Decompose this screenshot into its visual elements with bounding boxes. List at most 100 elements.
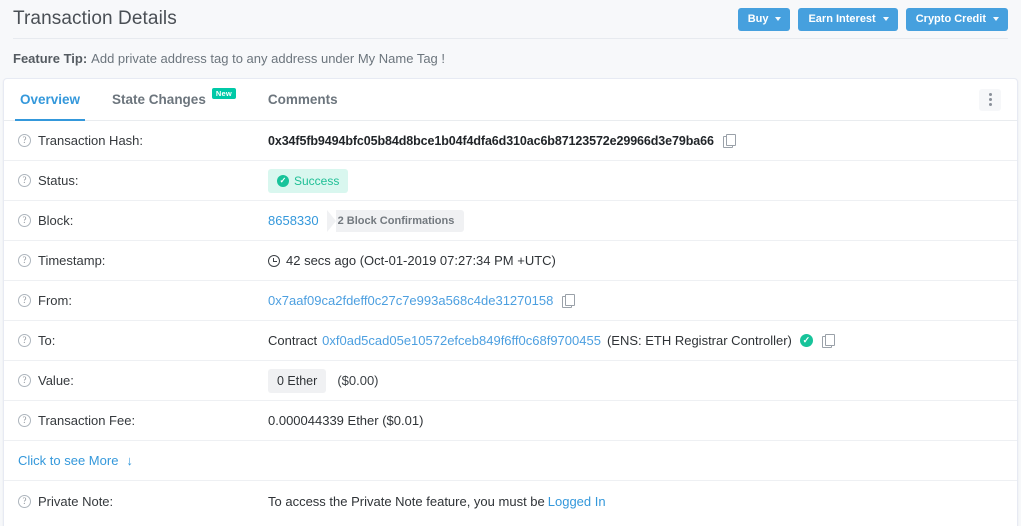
- help-icon[interactable]: ?: [18, 374, 31, 387]
- new-badge: New: [211, 88, 236, 99]
- row-value-value: 0 Ether ($0.00): [268, 368, 379, 393]
- logged-in-link[interactable]: Logged In: [548, 494, 606, 509]
- kebab-menu-icon[interactable]: [979, 88, 1001, 111]
- page-title: Transaction Details: [13, 8, 177, 29]
- arrow-down-icon: ↓: [126, 453, 133, 468]
- tab-state-changes-label: State Changes: [112, 92, 206, 107]
- transaction-card: Overview State Changes New Comments ? Tr…: [3, 78, 1018, 526]
- status-badge: ✓ Success: [268, 168, 349, 193]
- page-header: Transaction Details Buy Earn Interest Cr…: [0, 0, 1021, 38]
- detail-rows: ? Transaction Hash: 0x34f5fb9494bfc05b84…: [4, 121, 1017, 521]
- to-address-link[interactable]: 0xf0ad5cad05e10572efceb849f6ff0c68f97004…: [322, 333, 601, 348]
- value-usd-text: ($0.00): [337, 373, 379, 388]
- row-label-to: ? To:: [18, 333, 268, 348]
- earn-interest-button-label: Earn Interest: [808, 12, 876, 25]
- row-private-note: ? Private Note: To access the Private No…: [4, 481, 1017, 521]
- row-value-to: Contract 0xf0ad5cad05e10572efceb849f6ff0…: [268, 333, 835, 348]
- tab-overview-label: Overview: [20, 92, 81, 107]
- row-block: ? Block: 8658330 2 Block Confirmations: [4, 201, 1017, 241]
- ens-name-text: (ENS: ETH Registrar Controller): [606, 333, 792, 348]
- help-icon[interactable]: ?: [18, 254, 31, 267]
- arrow-notch-icon: [326, 209, 336, 232]
- row-status: ? Status: ✓ Success: [4, 161, 1017, 201]
- buy-button-label: Buy: [747, 12, 769, 25]
- check-circle-icon: ✓: [277, 174, 289, 187]
- row-click-to-see-more: Click to see More ↓: [4, 441, 1017, 481]
- label-text: From:: [38, 293, 72, 308]
- block-number-link[interactable]: 8658330: [268, 213, 319, 228]
- transaction-hash-value: 0x34f5fb9494bfc05b84d8bce1b04f4dfa6d310a…: [268, 133, 714, 148]
- row-label-status: ? Status:: [18, 173, 268, 188]
- label-text: Transaction Hash:: [38, 133, 144, 148]
- row-value-timestamp: 42 secs ago (Oct-01-2019 07:27:34 PM +UT…: [268, 253, 556, 268]
- row-label-private-note: ? Private Note:: [18, 494, 268, 509]
- help-icon[interactable]: ?: [18, 214, 31, 227]
- from-address-link[interactable]: 0x7aaf09ca2fdeff0c27c7e993a568c4de312701…: [268, 293, 553, 308]
- copy-icon[interactable]: [722, 134, 736, 148]
- copy-icon[interactable]: [821, 334, 835, 348]
- dot: [988, 103, 992, 106]
- row-label-transaction-fee: ? Transaction Fee:: [18, 413, 268, 428]
- chevron-down-icon: [882, 17, 889, 21]
- feature-tip-banner: Feature Tip: Add private address tag to …: [0, 39, 1021, 77]
- row-label-transaction-hash: ? Transaction Hash:: [18, 133, 268, 148]
- row-label-timestamp: ? Timestamp:: [18, 253, 268, 268]
- buy-button[interactable]: Buy: [737, 7, 791, 31]
- row-transaction-hash: ? Transaction Hash: 0x34f5fb9494bfc05b84…: [4, 121, 1017, 161]
- row-timestamp: ? Timestamp: 42 secs ago (Oct-01-2019 07…: [4, 241, 1017, 281]
- feature-tip-text: Add private address tag to any address u…: [91, 50, 446, 66]
- chevron-down-icon: [993, 17, 999, 21]
- help-icon[interactable]: ?: [18, 334, 31, 347]
- status-text: Success: [294, 173, 340, 188]
- feature-tip-prefix: Feature Tip:: [13, 50, 88, 66]
- header-action-buttons: Buy Earn Interest Crypto Credit: [737, 7, 1008, 31]
- label-text: Private Note:: [38, 493, 114, 509]
- label-text: Status:: [38, 173, 79, 188]
- row-value-private-note: To access the Private Note feature, you …: [268, 494, 606, 509]
- label-text: Block:: [38, 213, 74, 228]
- row-value-transaction-hash: 0x34f5fb9494bfc05b84d8bce1b04f4dfa6d310a…: [268, 133, 736, 148]
- contract-prefix: Contract: [268, 333, 318, 348]
- block-confirmations-text: 2 Block Confirmations: [335, 209, 465, 232]
- help-icon[interactable]: ?: [18, 294, 31, 307]
- crypto-credit-button[interactable]: Crypto Credit: [905, 7, 1008, 31]
- click-to-see-more-link[interactable]: Click to see More ↓: [18, 453, 133, 468]
- dot: [988, 98, 992, 101]
- copy-icon[interactable]: [562, 294, 576, 308]
- row-label-value: ? Value:: [18, 373, 268, 388]
- row-value: ? Value: 0 Ether ($0.00): [4, 361, 1017, 401]
- click-to-see-more-label: Click to see More: [18, 453, 119, 468]
- tab-bar: Overview State Changes New Comments: [4, 79, 1017, 121]
- clock-icon: [268, 254, 280, 267]
- crypto-credit-button-label: Crypto Credit: [915, 12, 986, 25]
- help-icon[interactable]: ?: [18, 174, 31, 187]
- row-to: ? To: Contract 0xf0ad5cad05e10572efceb84…: [4, 321, 1017, 361]
- private-note-text: To access the Private Note feature, you …: [268, 493, 545, 509]
- chevron-down-icon: [775, 17, 782, 21]
- tab-state-changes[interactable]: State Changes New: [96, 79, 252, 120]
- tab-comments[interactable]: Comments: [252, 79, 354, 120]
- row-value-block: 8658330 2 Block Confirmations: [268, 209, 465, 232]
- tab-comments-label: Comments: [267, 92, 338, 107]
- dot: [988, 93, 992, 96]
- row-value-status: ✓ Success: [268, 168, 349, 193]
- label-text: Timestamp:: [38, 253, 106, 268]
- transaction-fee-text: 0.000044339 Ether ($0.01): [268, 413, 424, 428]
- row-label-from: ? From:: [18, 293, 268, 308]
- row-transaction-fee: ? Transaction Fee: 0.000044339 Ether ($0…: [4, 401, 1017, 441]
- help-icon[interactable]: ?: [18, 414, 31, 427]
- row-label-block: ? Block:: [18, 213, 268, 228]
- value-amount-pill: 0 Ether: [268, 368, 327, 393]
- earn-interest-button[interactable]: Earn Interest: [798, 7, 898, 31]
- row-value-transaction-fee: 0.000044339 Ether ($0.01): [268, 413, 423, 428]
- row-value-from: 0x7aaf09ca2fdeff0c27c7e993a568c4de312701…: [268, 293, 576, 308]
- transaction-details-page: Transaction Details Buy Earn Interest Cr…: [0, 0, 1021, 526]
- verified-check-icon: ✓: [799, 334, 813, 347]
- block-confirmations-badge: 2 Block Confirmations: [326, 209, 465, 232]
- tab-overview[interactable]: Overview: [4, 79, 96, 121]
- row-from: ? From: 0x7aaf09ca2fdeff0c27c7e993a568c4…: [4, 281, 1017, 321]
- label-text: To:: [38, 333, 56, 348]
- help-icon[interactable]: ?: [18, 494, 31, 508]
- help-icon[interactable]: ?: [18, 134, 31, 147]
- label-text: Transaction Fee:: [38, 413, 136, 428]
